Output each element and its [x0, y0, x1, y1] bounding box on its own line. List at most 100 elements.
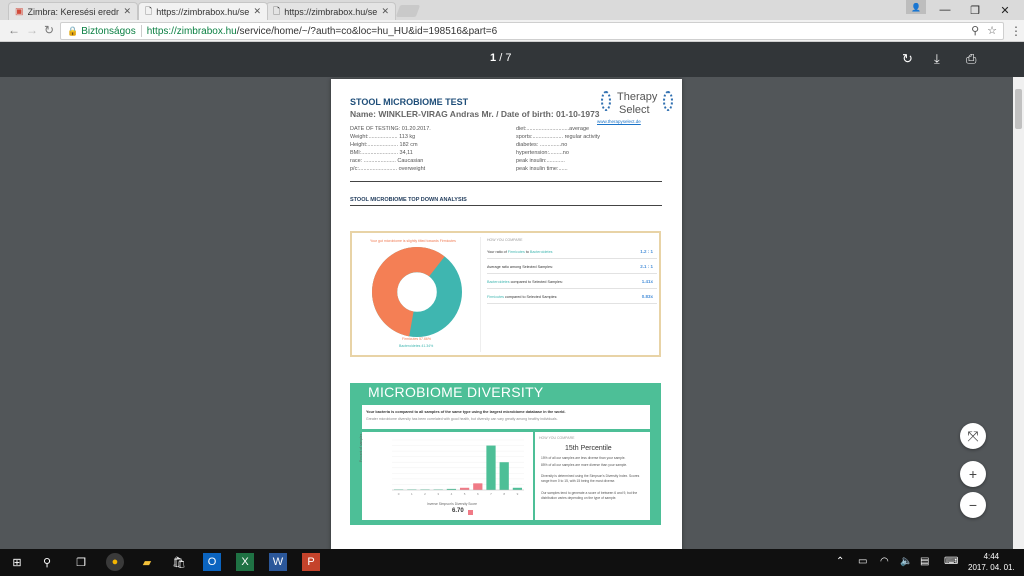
- intro-bold: Your bacteria is compared to all samples…: [366, 410, 566, 414]
- compare-row: Average ratio among Selected Samples: 2.…: [487, 260, 657, 274]
- reload-icon[interactable]: ↻: [44, 23, 54, 37]
- compare-value: 2.1 : 1: [640, 264, 653, 269]
- microbiome-diversity-card: MICROBIOME DIVERSITY Your bacteria is co…: [350, 383, 661, 525]
- percentile-text: 15% of all our samples are less diverse …: [541, 456, 626, 460]
- chrome-icon[interactable]: ●: [106, 553, 124, 571]
- chevron-up-icon[interactable]: ⌃: [836, 556, 844, 567]
- clock[interactable]: 4:44 2017. 04. 01.: [968, 551, 1015, 573]
- battery-icon[interactable]: ▭: [858, 556, 867, 567]
- info-line: peak insulin time:......: [516, 166, 568, 172]
- word-icon[interactable]: W: [269, 553, 287, 571]
- forward-icon[interactable]: →: [26, 23, 38, 37]
- file-explorer-icon[interactable]: ▰: [138, 553, 156, 571]
- info-line: sports:.................... regular acti…: [516, 134, 601, 140]
- label-bacteroidetes: Bacteroidetes: [487, 280, 510, 284]
- label-firmicutes: Firmicutes: [507, 250, 525, 254]
- close-icon[interactable]: ✕: [381, 6, 389, 17]
- diversity-chart-box: Percent of samples 0 1 2 3 4 5 6 7 8 9 Inverse Si…: [359, 432, 533, 520]
- fit-page-button[interactable]: ⤧: [960, 423, 986, 449]
- print-icon[interactable]: ⎙: [966, 51, 976, 67]
- new-tab-button[interactable]: [395, 5, 421, 17]
- doc-icon: 🗋: [145, 5, 153, 16]
- powerpoint-icon[interactable]: P: [302, 553, 320, 571]
- bookmark-star-icon[interactable]: ☆: [987, 24, 997, 37]
- x-axis-label: Inverse Simpson's Diversity Score: [427, 502, 477, 506]
- compare-label: Your ratio of Firmicutes to Bacteroidete…: [487, 250, 552, 254]
- percentile-text: 85% of all our samples are more diverse …: [541, 463, 628, 467]
- volume-icon[interactable]: 🔈: [900, 556, 912, 567]
- search-icon[interactable]: ⚲: [38, 553, 56, 571]
- download-icon[interactable]: ⤓: [934, 51, 940, 67]
- tab-document-active[interactable]: 🗋 https://zimbrabox.hu/se ✕: [138, 2, 268, 20]
- profile-icon[interactable]: 👤: [906, 0, 926, 14]
- logo-text-select: Select: [619, 104, 650, 116]
- legend-bacteroidetes: Bacteroidetes 41.34%: [399, 344, 434, 348]
- info-line: hypertension:.........no: [516, 150, 569, 156]
- histogram-bar: [486, 445, 496, 490]
- pdf-viewer[interactable]: STOOL MICROBIOME TEST Name: WINKLER-VIRA…: [0, 77, 1013, 549]
- excel-icon[interactable]: X: [236, 553, 254, 571]
- patient-info-right: diet:............................average…: [516, 125, 600, 173]
- notification-icon[interactable]: ▤: [920, 556, 929, 567]
- outlook-icon[interactable]: O: [203, 553, 221, 571]
- menu-icon[interactable]: ⋮: [1010, 24, 1022, 38]
- close-icon[interactable]: ✕: [253, 6, 261, 17]
- diversity-score: 6.70: [452, 508, 464, 514]
- logo-text-therapy: Therapy: [617, 91, 658, 103]
- pdf-page: STOOL MICROBIOME TEST Name: WINKLER-VIRA…: [331, 79, 682, 549]
- url-text[interactable]: https://zimbrabox.hu/service/home/~/?aut…: [147, 26, 498, 37]
- x-tick-label: 6: [477, 492, 479, 496]
- tab-zimbra[interactable]: ▣ Zimbra: Keresési eredmé ✕: [8, 2, 138, 20]
- patient-info-left: DATE OF TESTING: 01.20.2017. Weight:....…: [350, 125, 431, 173]
- zoom-out-button[interactable]: −: [960, 492, 986, 518]
- info-line: DATE OF TESTING: 01.20.2017.: [350, 126, 431, 132]
- page-separator: /: [499, 52, 503, 64]
- secure-label: Biztonságos: [81, 25, 136, 37]
- keyboard-icon[interactable]: ⌨: [944, 556, 958, 567]
- restore-button[interactable]: ❐: [960, 0, 990, 20]
- back-icon[interactable]: ←: [8, 23, 20, 37]
- logo-link[interactable]: www.therapyselect.de: [597, 119, 641, 124]
- address-bar[interactable]: 🔒 Biztonságos https://zimbrabox.hu/servi…: [60, 22, 1004, 40]
- plus-icon: +: [968, 466, 978, 482]
- donut-caption: Your gut microbiome is slightly tilted t…: [370, 239, 456, 243]
- current-page[interactable]: 1: [490, 52, 496, 64]
- phylum-donut-chart: [372, 247, 462, 337]
- secure-indicator[interactable]: 🔒 Biztonságos: [67, 26, 136, 37]
- x-tick-label: 2: [424, 492, 426, 496]
- divider: [480, 237, 481, 352]
- tab-document[interactable]: 🗋 https://zimbrabox.hu/se ✕: [266, 2, 396, 20]
- info-line: Height:.................... 182 cm: [350, 142, 418, 148]
- minimize-button[interactable]: —: [930, 0, 960, 20]
- scrollbar-thumb[interactable]: [1015, 89, 1022, 129]
- x-tick-label: 8: [503, 492, 505, 496]
- diversity-explanation: Our samples tend to generate a score of …: [541, 491, 638, 500]
- wifi-icon[interactable]: ◠: [880, 556, 889, 567]
- tab-label: https://zimbrabox.hu/se: [284, 6, 378, 17]
- x-tick-label: 1: [411, 492, 413, 496]
- zoom-in-button[interactable]: +: [960, 461, 986, 487]
- info-line: p/c:......................... overweight: [350, 166, 426, 172]
- clock-date: 2017. 04. 01.: [968, 563, 1015, 572]
- scrollbar[interactable]: [1013, 77, 1024, 549]
- url-host: https://zimbrabox.hu: [146, 25, 237, 37]
- page-counter: 1 / 7: [490, 52, 511, 64]
- compare-row: Your ratio of Firmicutes to Bacteroidete…: [487, 245, 657, 259]
- compare-label: Average ratio among Selected Samples:: [487, 265, 553, 269]
- diversity-intro: Your bacteria is compared to all samples…: [362, 405, 650, 429]
- compare-heading: HOW YOU COMPARE: [539, 436, 575, 440]
- close-window-button[interactable]: ✕: [990, 0, 1020, 20]
- task-view-icon[interactable]: ❐: [72, 553, 90, 571]
- windows-start-icon[interactable]: ⊞: [8, 553, 26, 571]
- rotate-icon[interactable]: ↻: [902, 51, 913, 67]
- close-icon[interactable]: ✕: [123, 6, 131, 17]
- zoom-icon[interactable]: ⚲: [971, 24, 979, 37]
- divider: [140, 25, 142, 37]
- compare-value: 1.2 : 1: [640, 249, 653, 254]
- percentile: 15th Percentile: [565, 445, 612, 452]
- pdf-toolbar: 1 / 7 ↻ ⤓ ⎙: [0, 42, 1024, 77]
- compare-row: Bacteroidetes compared to Selected Sampl…: [487, 275, 657, 289]
- windows-taskbar: ⊞ ⚲ ❐ ● ▰ 🛍 O X W P ⌃ ▭ ◠ 🔈 ▤ ⌨ 4:44 201…: [0, 549, 1024, 576]
- store-icon[interactable]: 🛍: [170, 553, 188, 571]
- document-title: STOOL MICROBIOME TEST: [350, 97, 469, 107]
